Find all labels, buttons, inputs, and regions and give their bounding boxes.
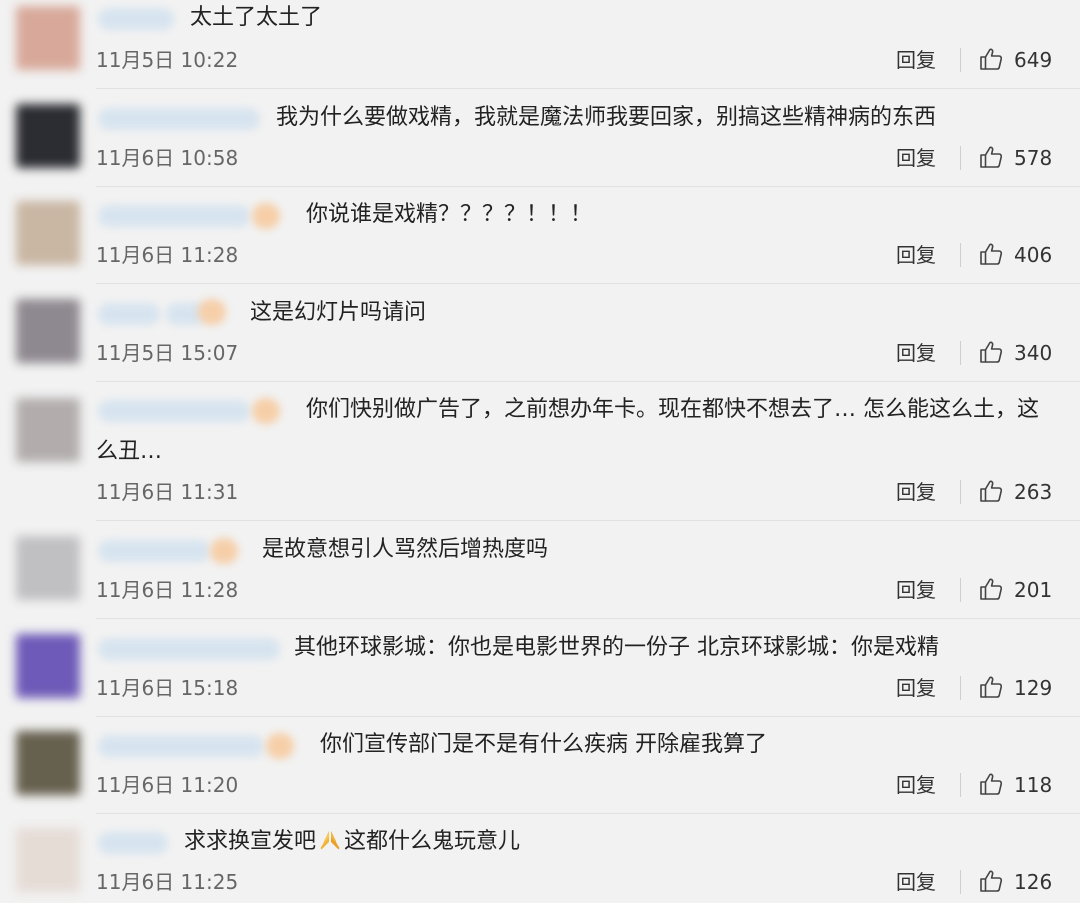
thumbs-up-icon[interactable] <box>978 674 1004 700</box>
badge-blurred <box>210 538 238 564</box>
avatar[interactable] <box>16 201 80 265</box>
comment-time: 11月6日 15:18 <box>96 676 239 700</box>
reply-button[interactable]: 回复 <box>896 48 936 72</box>
username-blurred[interactable] <box>98 400 250 422</box>
reply-button[interactable]: 回复 <box>896 341 936 365</box>
comment-time: 11月6日 11:25 <box>96 870 239 894</box>
comment-time: 11月6日 11:28 <box>96 578 239 602</box>
comment-text-part: 求求换宣发吧 <box>184 829 317 854</box>
like-count: 126 <box>1014 870 1053 894</box>
avatar[interactable] <box>16 104 80 168</box>
thumbs-up-icon[interactable] <box>978 576 1004 602</box>
avatar[interactable] <box>16 634 80 698</box>
separator <box>960 773 961 797</box>
comment-text: 这是幻灯片吗请问 <box>250 300 427 325</box>
comment-text: 其他环球影城：你也是电影世界的一份子 北京环球影城：你是戏精 <box>294 635 939 660</box>
comment-text-part: 这都什么鬼玩意儿 <box>344 829 521 854</box>
folded-hands-icon <box>320 831 340 850</box>
username-blurred[interactable] <box>98 8 174 30</box>
like-count: 201 <box>1014 578 1053 602</box>
reply-button[interactable]: 回复 <box>896 773 936 797</box>
like-count: 649 <box>1014 48 1053 72</box>
comment-text: 求求换宣发吧 这都什么鬼玩意儿 <box>184 820 520 864</box>
avatar[interactable] <box>16 6 80 70</box>
thumbs-up-icon[interactable] <box>978 144 1004 170</box>
like-count: 578 <box>1014 146 1053 170</box>
separator <box>960 48 961 72</box>
comment-text: 你们快别做广告了，之前想办年卡。现在都快不想去了… 怎么能这么土，这 <box>306 397 1039 422</box>
thumbs-up-icon[interactable] <box>978 46 1004 72</box>
reply-button[interactable]: 回复 <box>896 146 936 170</box>
thumbs-up-icon[interactable] <box>978 241 1004 267</box>
comment-time: 11月5日 15:07 <box>96 341 239 365</box>
divider <box>96 520 1080 521</box>
comment-text: 太土了太土了 <box>190 5 323 30</box>
comment-time: 11月6日 11:31 <box>96 480 239 504</box>
badge-blurred <box>252 398 280 424</box>
username-blurred[interactable] <box>98 540 210 562</box>
username-blurred[interactable] <box>98 108 260 130</box>
avatar[interactable] <box>16 828 80 892</box>
reply-button[interactable]: 回复 <box>896 676 936 700</box>
divider <box>96 283 1080 284</box>
separator <box>960 480 961 504</box>
divider <box>96 813 1080 814</box>
comment-text: 你说谁是戏精？？？？！！！ <box>306 202 593 227</box>
like-count: 406 <box>1014 243 1053 267</box>
username-blurred[interactable] <box>98 735 264 757</box>
reply-button[interactable]: 回复 <box>896 480 936 504</box>
badge-blurred <box>252 203 280 229</box>
separator <box>960 341 961 365</box>
reply-button[interactable]: 回复 <box>896 870 936 894</box>
comment-time: 11月5日 10:22 <box>96 48 239 72</box>
comment-text-continued: 么丑… <box>96 439 163 464</box>
divider <box>96 381 1080 382</box>
username-blurred[interactable] <box>98 205 250 227</box>
thumbs-up-icon[interactable] <box>978 339 1004 365</box>
thumbs-up-icon[interactable] <box>978 478 1004 504</box>
like-count: 340 <box>1014 341 1053 365</box>
comment-text: 是故意想引人骂然后增热度吗 <box>262 537 549 562</box>
divider <box>96 618 1080 619</box>
separator <box>960 870 961 894</box>
reply-button[interactable]: 回复 <box>896 578 936 602</box>
comment-text: 你们宣传部门是不是有什么疾病 开除雇我算了 <box>320 732 767 757</box>
avatar[interactable] <box>16 299 80 363</box>
badge-blurred <box>198 299 226 325</box>
divider <box>96 186 1080 187</box>
thumbs-up-icon[interactable] <box>978 868 1004 894</box>
comment-time: 11月6日 11:20 <box>96 773 239 797</box>
divider <box>96 88 1080 89</box>
username-blurred[interactable] <box>98 638 280 660</box>
comment-time: 11月6日 11:28 <box>96 243 239 267</box>
like-count: 118 <box>1014 773 1053 797</box>
avatar[interactable] <box>16 398 80 462</box>
separator <box>960 146 961 170</box>
divider <box>96 716 1080 717</box>
thumbs-up-icon[interactable] <box>978 771 1004 797</box>
comment-time: 11月6日 10:58 <box>96 146 239 170</box>
username-blurred[interactable] <box>98 303 160 325</box>
avatar[interactable] <box>16 731 80 795</box>
separator <box>960 578 961 602</box>
separator <box>960 676 961 700</box>
username-blurred[interactable] <box>98 832 168 854</box>
separator <box>960 243 961 267</box>
like-count: 129 <box>1014 676 1053 700</box>
comment-text: 我为什么要做戏精，我就是魔法师我要回家，别搞这些精神病的东西 <box>276 105 937 130</box>
avatar[interactable] <box>16 536 80 600</box>
badge-blurred <box>266 733 294 759</box>
reply-button[interactable]: 回复 <box>896 243 936 267</box>
like-count: 263 <box>1014 480 1053 504</box>
